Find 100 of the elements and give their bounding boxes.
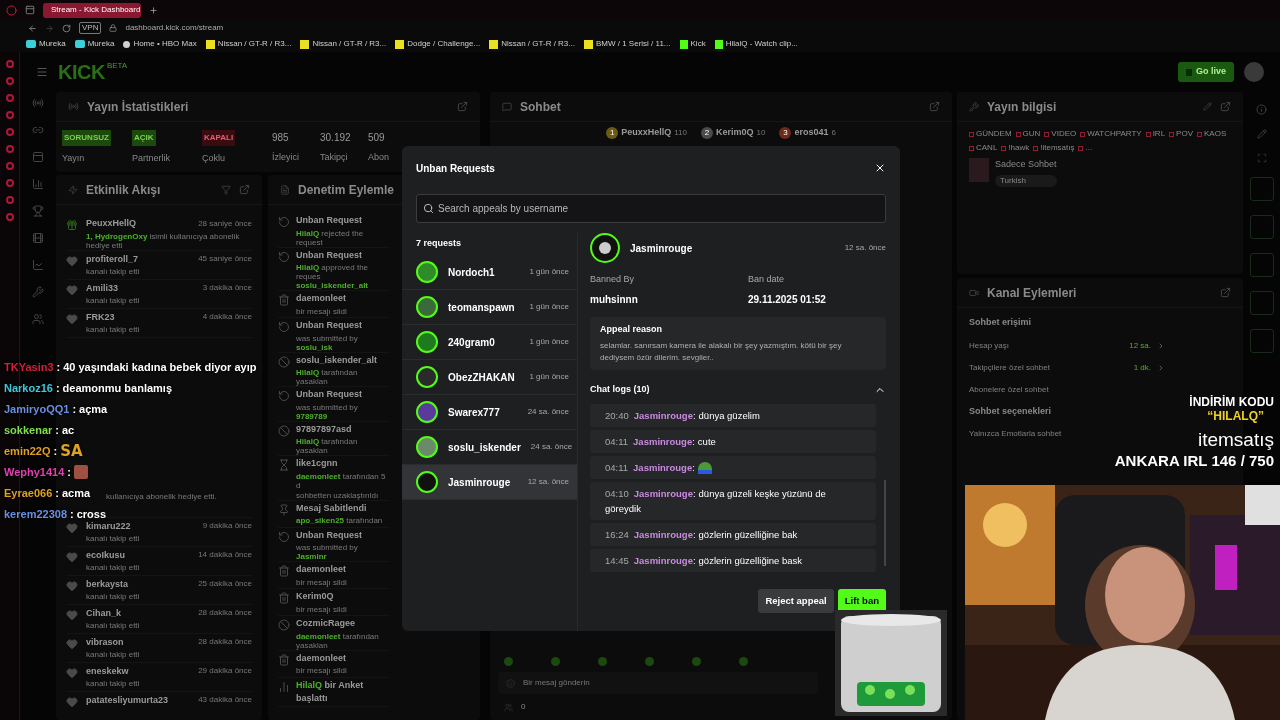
chevron-right-icon xyxy=(1157,363,1165,372)
stream-counter: ANKARA IRL 146 / 750 xyxy=(1114,451,1274,471)
shortcut-button[interactable] xyxy=(1249,215,1274,239)
emote-icon[interactable] xyxy=(739,656,748,666)
setting-row[interactable]: Hesap yaşı 12 sa. xyxy=(969,339,1165,352)
shortcut-button[interactable] xyxy=(1249,291,1274,315)
shortcut-button[interactable] xyxy=(1249,253,1274,277)
popout-icon[interactable] xyxy=(457,101,468,112)
users-icon[interactable] xyxy=(32,313,44,325)
bookmark[interactable]: BMW / 1 Serisi / 11... xyxy=(583,38,671,50)
chevron-right-icon xyxy=(1157,341,1165,350)
moderation-title: Unban Request xyxy=(296,248,363,262)
chat-log-row: 04:10 Jasminrouge: dünya güzeli keşke yüzünü de göreydik xyxy=(590,482,876,520)
back-icon[interactable] xyxy=(28,23,37,33)
emote-icon[interactable] xyxy=(504,656,513,666)
bookmark-favicon-icon xyxy=(300,39,310,49)
bookmark[interactable]: Nissan / GT-R / R3... xyxy=(205,38,292,50)
reload-icon[interactable] xyxy=(62,23,71,33)
opera-logo-icon[interactable] xyxy=(6,4,17,16)
emote-icon[interactable] xyxy=(692,656,701,666)
bookmark[interactable]: Nissan / GT-R / R3... xyxy=(489,38,575,50)
window-icon[interactable] xyxy=(32,151,44,163)
bookmark[interactable]: Home • HBO Max xyxy=(123,38,197,50)
shortcut-button[interactable] xyxy=(1249,177,1274,201)
emote-icon[interactable] xyxy=(551,656,560,666)
vpn-badge[interactable]: VPN xyxy=(79,22,102,34)
activity-text: kanalı takip etti xyxy=(86,650,141,659)
wrench-icon[interactable] xyxy=(32,286,44,298)
scrollbar[interactable] xyxy=(884,480,886,566)
setting-row[interactable]: Abonelere özel sohbet xyxy=(969,383,1165,396)
request-item[interactable]: ObezZHAKAN 1 gün önce xyxy=(402,360,577,395)
activity-time: 28 dakika önce xyxy=(198,636,252,649)
bookmark[interactable]: Kick xyxy=(679,38,706,50)
info-icon[interactable] xyxy=(1256,104,1267,115)
emote-icon[interactable] xyxy=(645,656,654,666)
scan-icon[interactable] xyxy=(1256,153,1267,163)
request-item[interactable]: Nordoch1 1 gün önce xyxy=(402,255,577,290)
popout-icon[interactable] xyxy=(1220,101,1231,112)
bookmark[interactable]: Dodge / Challenge... xyxy=(395,38,481,50)
analytics-icon[interactable] xyxy=(32,259,44,271)
chat-username: Narkoz16 xyxy=(4,380,53,396)
request-item[interactable]: Jasminrouge 12 sa. önce xyxy=(402,465,577,500)
request-item[interactable]: Swarex777 24 sa. önce xyxy=(402,395,577,430)
banned-username: Jasminrouge xyxy=(630,241,694,256)
bookmark[interactable]: Mureka xyxy=(74,38,115,50)
stream-tag: !hawk xyxy=(1001,142,1030,154)
trash-icon xyxy=(278,653,290,666)
address-field[interactable]: dashboard.kick.com/stream xyxy=(125,22,224,34)
edit-icon[interactable] xyxy=(1203,102,1212,111)
bookmark[interactable]: Mureka xyxy=(26,38,66,50)
camera-icon xyxy=(969,287,979,298)
browser-tab[interactable]: Stream - Kick Dashboard xyxy=(43,2,141,18)
popout-icon[interactable] xyxy=(1220,287,1231,298)
menu-icon[interactable] xyxy=(36,66,48,78)
reject-appeal-button[interactable]: Reject appeal xyxy=(758,589,834,613)
close-icon[interactable] xyxy=(874,162,886,174)
filter-icon[interactable] xyxy=(221,184,231,195)
forward-icon[interactable] xyxy=(45,23,54,33)
message-field[interactable]: Bir mesaj gönderin xyxy=(498,672,818,694)
bookmark[interactable]: Nissan / GT-R / R3... xyxy=(300,38,387,50)
request-item[interactable]: teomanspawn 1 gün önce xyxy=(402,290,577,325)
activity-text: kanalı takip etti xyxy=(86,592,141,601)
field-value: muhsinnn xyxy=(590,292,639,307)
lift-ban-button[interactable]: Lift ban xyxy=(837,589,886,613)
chat-log-row: 04:11 Jasminrouge: xyxy=(590,456,876,479)
leader-name: Kerim0Q xyxy=(715,126,754,140)
search-field[interactable]: Search appeals by username xyxy=(416,194,886,223)
popout-icon[interactable] xyxy=(929,101,940,112)
activity-time: 28 dakika önce xyxy=(198,607,252,620)
setting-row[interactable]: Yalnızca Emotlarla sohbet xyxy=(969,428,1165,440)
link-icon[interactable] xyxy=(32,124,44,136)
moderation-text: HilalQ tarafından yasaklan xyxy=(296,368,359,386)
go-live-button[interactable]: Go live xyxy=(1178,62,1234,82)
heart-icon xyxy=(66,637,78,650)
status-caption: Çoklu xyxy=(202,152,225,165)
moderation-title: Unban Request xyxy=(296,319,363,332)
emote-icon[interactable] xyxy=(598,656,607,666)
moderation-text: apo_siken25 tarafından xyxy=(296,516,384,525)
popout-icon[interactable] xyxy=(239,184,250,195)
avatar[interactable] xyxy=(1244,62,1264,82)
chart-icon[interactable] xyxy=(32,178,44,190)
chat-separator: : xyxy=(67,464,71,480)
tab-overview-icon[interactable] xyxy=(25,5,35,15)
promo-label: İNDİRİM KODU xyxy=(1189,395,1274,409)
trophy-icon[interactable] xyxy=(32,205,44,217)
pin-icon xyxy=(278,503,290,516)
film-icon[interactable] xyxy=(32,232,44,244)
stat-value: 985 xyxy=(272,131,289,145)
edit-icon[interactable] xyxy=(1256,129,1267,139)
chat-separator: : xyxy=(56,359,61,375)
setting-row[interactable]: Takipçilere özel sohbet 1 dk. xyxy=(969,361,1165,374)
broadcast-icon[interactable] xyxy=(32,97,44,109)
language-tag: Turkish xyxy=(995,174,1057,187)
ban-icon xyxy=(278,355,290,368)
bookmark[interactable]: HilalQ - Watch clip... xyxy=(714,38,798,50)
request-item[interactable]: 240gram0 1 gün önce xyxy=(402,325,577,360)
emoji-icon[interactable] xyxy=(506,678,515,688)
shortcut-button[interactable] xyxy=(1249,329,1274,353)
activity-username: PeuxxHellQ xyxy=(86,217,137,230)
new-tab-icon[interactable] xyxy=(149,5,158,15)
